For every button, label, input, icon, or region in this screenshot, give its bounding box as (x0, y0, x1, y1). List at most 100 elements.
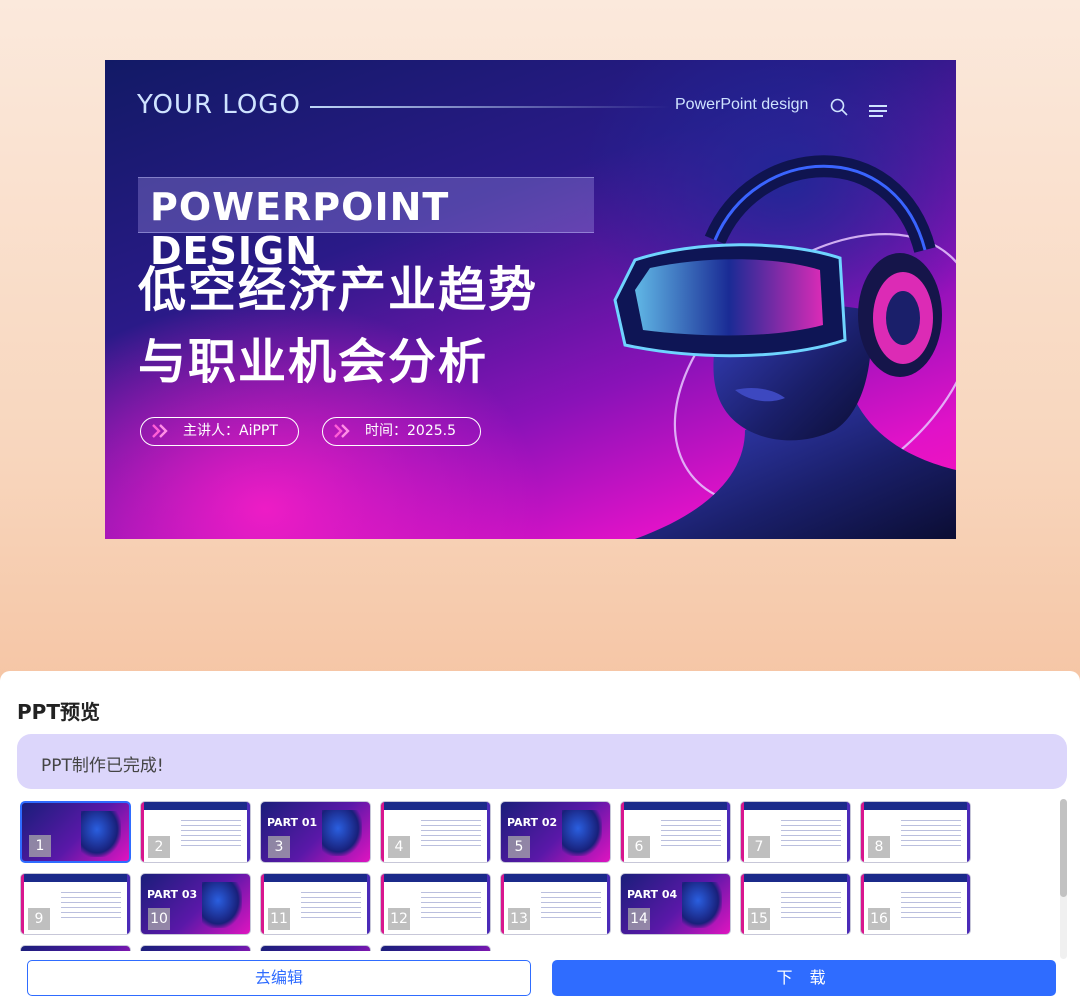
thumbnail-number: 4 (388, 836, 410, 858)
thumbnail-decoration (127, 874, 130, 934)
thumbnail-decoration (301, 892, 361, 922)
thumbnail-decoration (741, 802, 850, 810)
thumbnail-figure (81, 811, 121, 857)
slide-thumbnail[interactable]: 4 (380, 801, 491, 863)
slide-thumbnail-partial[interactable] (380, 945, 491, 951)
thumbnail-decoration (861, 802, 970, 810)
thumbnail-number: 7 (748, 836, 770, 858)
thumbnail-decoration (607, 874, 610, 934)
thumbnail-number: 6 (628, 836, 650, 858)
slide-thumbnail[interactable]: 15 (740, 873, 851, 935)
thumbnail-number: 15 (748, 908, 770, 930)
speaker-pill: 主讲人：AiPPT (140, 417, 299, 446)
thumbnail-decoration (847, 874, 850, 934)
time-pill: 时间：2025.5 (322, 417, 481, 446)
thumbnail-decoration (967, 802, 970, 862)
slide-thumbnail[interactable]: 1 (20, 801, 131, 863)
thumbnail-scrollbar[interactable] (1060, 799, 1067, 959)
thumbnail-decoration (421, 820, 481, 850)
thumbnail-decoration (367, 874, 370, 934)
menu-icon (869, 105, 887, 117)
slide-thumbnail[interactable]: 12 (380, 873, 491, 935)
thumbnail-decoration (727, 802, 730, 862)
slide-thumbnail-partial[interactable] (140, 945, 251, 951)
thumbnail-decoration (487, 802, 490, 862)
thumbnail-decoration (501, 874, 504, 934)
slide-thumbnail[interactable]: 7 (740, 801, 851, 863)
slide-thumbnail[interactable]: 6 (620, 801, 731, 863)
thumbnail-decoration (247, 802, 250, 862)
thumbnail-part-label: PART 04 (627, 888, 678, 901)
logo-divider (310, 106, 670, 108)
thumbnail-decoration (621, 802, 624, 862)
scrollbar-thumb[interactable] (1060, 799, 1067, 897)
thumbnail-number: 16 (868, 908, 890, 930)
vr-headset-figure (613, 155, 956, 539)
thumbnail-number: 13 (508, 908, 530, 930)
status-text: PPT制作已完成! (41, 756, 164, 776)
thumbnail-decoration (261, 874, 370, 882)
slide-thumbnail[interactable]: 9 (20, 873, 131, 935)
thumbnail-number: 8 (868, 836, 890, 858)
download-button[interactable]: 下 载 (552, 960, 1056, 996)
slide-logo: YOUR LOGO (137, 90, 301, 120)
slide-thumbnail[interactable]: PART 02 5 (500, 801, 611, 863)
thumbnail-decoration (541, 892, 601, 922)
slide-thumbnail[interactable]: 2 (140, 801, 251, 863)
thumbnail-figure (562, 810, 602, 856)
edit-button[interactable]: 去编辑 (27, 960, 531, 996)
thumbnail-decoration (21, 874, 24, 934)
thumbnail-figure (682, 882, 722, 928)
thumbnail-decoration (421, 892, 481, 922)
thumbnail-number: 11 (268, 908, 290, 930)
thumbnail-decoration (381, 802, 490, 810)
slide-preview: YOUR LOGO PowerPoint design POWERPOINT D… (105, 60, 956, 539)
thumbnail-decoration (141, 802, 144, 862)
thumbnail-decoration (487, 874, 490, 934)
thumbnail-decoration (967, 874, 970, 934)
slide-thumbnail[interactable]: 8 (860, 801, 971, 863)
thumbnail-part-label: PART 01 (267, 816, 318, 829)
thumbnail-decoration (381, 874, 384, 934)
speaker-text: 主讲人：AiPPT (183, 423, 278, 439)
slide-thumbnail[interactable]: 11 (260, 873, 371, 935)
panel-title: PPT预览 (17, 700, 100, 724)
thumbnail-number: 2 (148, 836, 170, 858)
thumbnail-decoration (741, 874, 744, 934)
thumbnail-number: 5 (508, 836, 530, 858)
slide-title-line-2: 与职业机会分析 (138, 334, 489, 390)
slide-banner: POWERPOINT DESIGN (138, 177, 594, 273)
thumbnail-part-label: PART 03 (147, 888, 198, 901)
slide-title-line-1: 低空经济产业趋势 (138, 262, 539, 318)
slide-thumbnail[interactable]: 16 (860, 873, 971, 935)
thumbnail-decoration (847, 802, 850, 862)
slide-thumbnail[interactable]: PART 01 3 (260, 801, 371, 863)
thumbnail-decoration (621, 802, 730, 810)
slide-nav-text: PowerPoint design (675, 96, 809, 113)
thumbnail-number: 1 (29, 835, 51, 857)
thumbnail-strip: 1 2 PART 01 3 4 PART 02 5 6 7 8 9 PART 03 10 11 12 13 PA… (20, 801, 1060, 951)
thumbnail-decoration (861, 874, 864, 934)
ppt-preview-panel: PPT预览 PPT制作已完成! 1 2 PART 01 3 4 PART 02 5 6 7 8 9 P… (0, 671, 1080, 1008)
thumbnail-number: 12 (388, 908, 410, 930)
slide-thumbnail[interactable]: 13 (500, 873, 611, 935)
thumbnail-figure (202, 882, 242, 928)
thumbnail-decoration (901, 820, 961, 850)
slide-thumbnail-partial[interactable] (260, 945, 371, 951)
status-message: PPT制作已完成! (17, 734, 1067, 789)
thumbnail-decoration (781, 820, 841, 850)
slide-thumbnail[interactable]: PART 03 10 (140, 873, 251, 935)
thumbnail-decoration (261, 874, 264, 934)
thumbnail-decoration (741, 802, 744, 862)
thumbnail-decoration (741, 874, 850, 882)
slide-thumbnail-partial[interactable] (20, 945, 131, 951)
thumbnail-decoration (661, 820, 721, 850)
thumbnail-decoration (861, 802, 864, 862)
thumbnail-number: 9 (28, 908, 50, 930)
thumbnail-decoration (781, 892, 841, 922)
thumbnail-figure (322, 810, 362, 856)
thumbnail-decoration (141, 802, 250, 810)
slide-thumbnail[interactable]: PART 04 14 (620, 873, 731, 935)
thumbnail-decoration (381, 802, 384, 862)
double-chevron-icon (334, 424, 350, 438)
